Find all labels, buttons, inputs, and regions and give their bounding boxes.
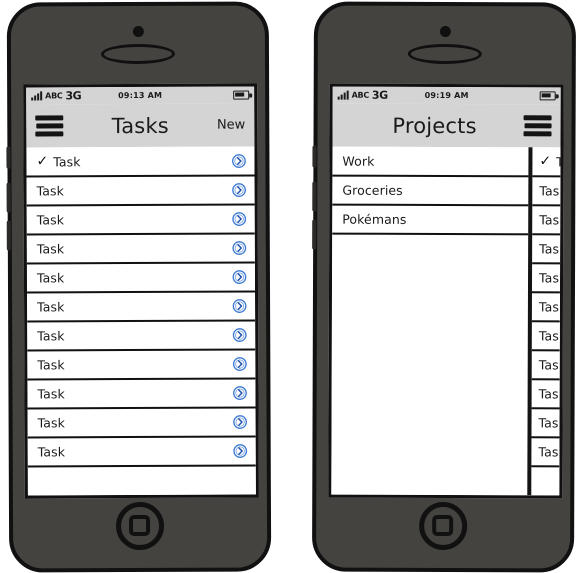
chevron-circle-right-icon[interactable] [233, 444, 248, 459]
battery-icon [539, 91, 556, 101]
volume-up-button[interactable] [312, 181, 317, 212]
hamburger-menu-icon[interactable] [35, 115, 64, 137]
list-item-label: Task [37, 386, 65, 402]
list-item[interactable]: ✓ Task [26, 146, 255, 178]
silent-switch[interactable] [6, 146, 11, 169]
status-bar-clock: 09:13 AM [118, 90, 163, 101]
phone-device-tasks: ABC 3G 09:13 AM Tasks New ✓ Task Task Task T… [6, 1, 272, 573]
list-item-label: Task [37, 328, 65, 344]
list-item-label: Task [36, 270, 65, 286]
navigation-bar-projects: Projects [332, 103, 561, 148]
list-item[interactable]: Task [532, 206, 561, 236]
list-item-label: Task [53, 153, 81, 169]
status-bar: ABC 3G 09:19 AM [332, 86, 561, 105]
list-item-label: Task [538, 357, 561, 373]
chevron-circle-right-icon[interactable] [231, 153, 246, 168]
list-item-label: Task [37, 415, 66, 431]
status-bar-right [539, 91, 556, 101]
new-task-button[interactable]: New [217, 118, 245, 133]
battery-icon [233, 90, 250, 100]
list-item-label: Task [538, 299, 561, 315]
list-item[interactable]: Task [27, 437, 256, 468]
list-item[interactable]: Task [532, 235, 561, 265]
list-item[interactable]: Task [26, 176, 255, 207]
chevron-circle-right-icon[interactable] [232, 270, 247, 285]
status-bar-clock: 09:19 AM [424, 90, 469, 101]
earpiece-speaker-icon [407, 43, 482, 65]
status-bar: ABC 3G 09:13 AM [26, 86, 255, 105]
home-button-square [128, 514, 151, 537]
list-item-label: Pokémans [342, 211, 407, 227]
list-item-label: Work [342, 153, 375, 169]
front-camera-icon [439, 25, 451, 38]
list-item-label: Task [36, 241, 65, 257]
home-button-icon[interactable] [115, 501, 165, 551]
navigation-bar-tasks: Tasks New [26, 103, 255, 148]
list-item-label: Task [538, 386, 561, 402]
list-item-label: Task [36, 183, 65, 199]
list-item-label: Task [539, 183, 561, 199]
silent-switch[interactable] [312, 145, 317, 168]
chevron-circle-right-icon[interactable] [232, 328, 247, 343]
list-item[interactable]: Task [27, 350, 256, 381]
chevron-circle-right-icon[interactable] [232, 183, 247, 198]
list-item[interactable]: Groceries [332, 176, 561, 207]
checkmark-icon: ✓ [36, 153, 49, 170]
list-item-label: Task [539, 241, 561, 257]
list-item-label: Task [539, 270, 561, 286]
screen-projects: ABC 3G 09:19 AM Projects Work Groceries Po… [328, 83, 564, 499]
list-item-label: Task [538, 328, 561, 344]
task-list[interactable]: ✓ Task Task Task Task Task Task Task Task Task Tas… [26, 146, 256, 496]
project-list[interactable]: Work Groceries Pokémans [331, 146, 561, 496]
list-item[interactable]: Task [26, 263, 256, 294]
list-item[interactable]: Task [531, 438, 561, 468]
volume-down-button[interactable] [312, 219, 317, 250]
phone-device-projects: ABC 3G 09:19 AM Projects Work Groceries Po… [312, 1, 576, 573]
list-item-label: Groceries [342, 182, 403, 198]
list-item[interactable]: Task [531, 351, 561, 381]
list-item-label: Task [36, 212, 65, 228]
list-item[interactable]: Task [26, 234, 255, 265]
front-camera-icon [132, 25, 144, 38]
tasks-drawer-panel[interactable]: ✓ Task Task Task Task Task Task Task Task Task Tas… [527, 147, 561, 496]
list-item[interactable]: Task [531, 293, 561, 323]
list-item[interactable]: Task [531, 322, 561, 352]
list-item[interactable]: Task [27, 292, 256, 323]
list-item[interactable]: Pokémans [332, 205, 561, 236]
chevron-circle-right-icon[interactable] [232, 241, 247, 256]
list-item[interactable]: Work [332, 146, 561, 178]
list-item-label: Task [538, 415, 561, 431]
list-item[interactable]: Task [532, 177, 561, 207]
volume-down-button[interactable] [6, 220, 11, 251]
list-item-label: Task [538, 444, 561, 460]
home-button-square [432, 514, 454, 537]
hamburger-menu-icon[interactable] [523, 115, 552, 137]
list-item[interactable]: Task [531, 409, 561, 439]
chevron-circle-right-icon[interactable] [232, 386, 247, 401]
list-item[interactable]: Task [27, 321, 256, 352]
chevron-circle-right-icon[interactable] [232, 299, 247, 314]
volume-up-button[interactable] [6, 182, 11, 213]
list-item-label: Task [37, 299, 65, 315]
list-item[interactable]: ✓ Task [532, 147, 561, 178]
list-item[interactable]: Task [27, 379, 256, 410]
wireframe-canvas: ABC 3G 09:13 AM Tasks New ✓ Task Task Task T… [0, 0, 587, 573]
chevron-circle-right-icon[interactable] [232, 357, 247, 372]
checkmark-icon: ✓ [539, 153, 552, 170]
list-item[interactable]: Task [531, 380, 561, 410]
list-item-label: Task [556, 153, 561, 169]
list-item[interactable]: Task [531, 264, 561, 294]
list-item[interactable]: Task [26, 205, 255, 236]
list-item-label: Task [37, 357, 65, 373]
list-item[interactable]: Task [27, 408, 256, 439]
earpiece-speaker-icon [100, 43, 176, 65]
list-item-label: Task [37, 444, 66, 460]
chevron-circle-right-icon[interactable] [233, 415, 248, 430]
screen-tasks: ABC 3G 09:13 AM Tasks New ✓ Task Task Task T… [23, 83, 259, 499]
home-button-icon[interactable] [419, 501, 468, 551]
list-item-label: Task [539, 212, 561, 228]
chevron-circle-right-icon[interactable] [232, 212, 247, 227]
status-bar-right [233, 90, 250, 100]
